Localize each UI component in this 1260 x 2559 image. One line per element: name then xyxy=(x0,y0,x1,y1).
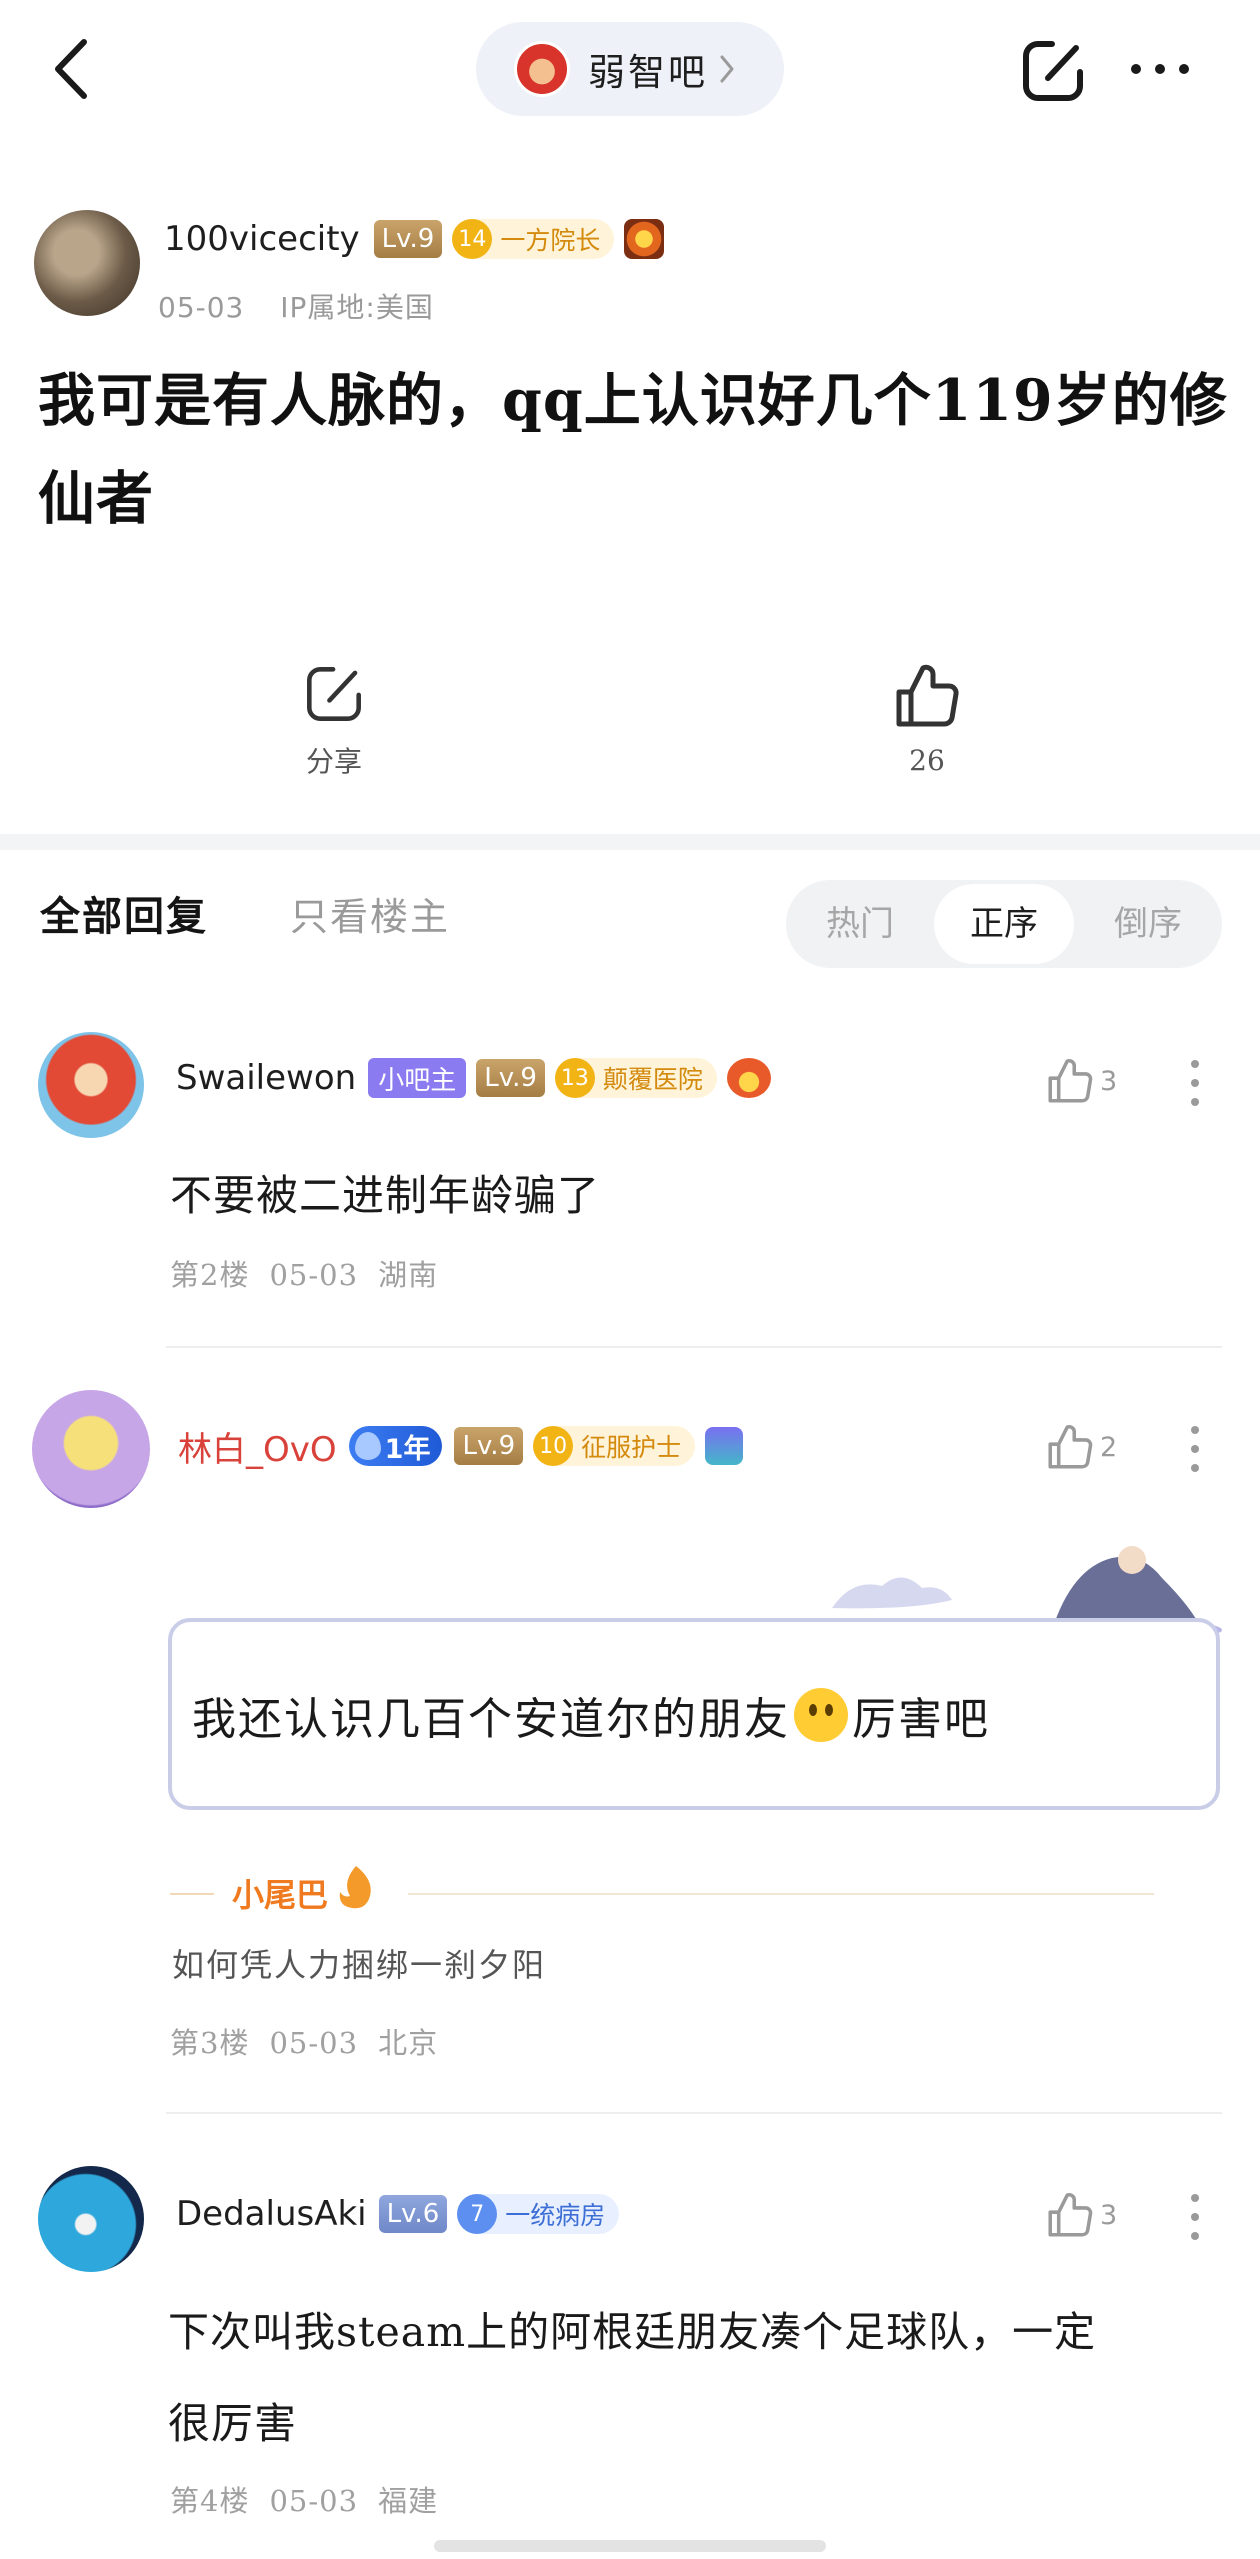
smile-emoji-icon xyxy=(794,1688,848,1742)
reply-text-part: 我还认识几百个安道尔的朋友 xyxy=(192,1694,790,1745)
title-badge-number: 7 xyxy=(457,2194,498,2234)
reply-like-count: 3 xyxy=(1100,1065,1118,1097)
reply-author-name[interactable]: DedalusAki xyxy=(176,2194,367,2234)
section-divider xyxy=(0,834,1260,850)
reply-header: DedalusAki Lv.6 7 一统病房 xyxy=(176,2191,629,2237)
reply-date: 05-03 xyxy=(269,2484,359,2518)
reply-header: 林白_OvO 1年 Lv.9 10 征服护士 xyxy=(178,1422,744,1471)
more-vertical-icon[interactable] xyxy=(1190,1424,1200,1474)
title-badge-number: 10 xyxy=(533,1426,574,1466)
level-badge: Lv.9 xyxy=(373,220,443,258)
reply-location: 湖南 xyxy=(378,1258,439,1292)
share-button[interactable]: 分享 xyxy=(264,662,404,780)
level-badge: Lv.6 xyxy=(378,2195,448,2233)
like-button[interactable]: 26 xyxy=(857,662,997,777)
more-vertical-icon[interactable] xyxy=(1190,1058,1200,1108)
moderator-badge: 小吧主 xyxy=(368,1058,467,1098)
thumbs-up-icon xyxy=(1048,1059,1093,1103)
reply-text-line: 下次叫我steam上的阿根廷朋友凑个足球队，一定 xyxy=(168,2308,1097,2356)
sort-hot[interactable]: 热门 xyxy=(790,880,930,968)
author-avatar[interactable] xyxy=(34,210,140,316)
post-date: 05-03 xyxy=(158,291,245,324)
title-badge-text: 征服护士 xyxy=(581,1433,682,1462)
chevron-left-icon[interactable] xyxy=(46,36,96,102)
reply-text-part: 厉害吧 xyxy=(852,1694,990,1745)
like-count: 26 xyxy=(909,744,945,777)
thumbs-up-icon xyxy=(896,664,959,727)
post-meta: 05-03 IP属地:美国 xyxy=(158,286,460,326)
reply-avatar[interactable] xyxy=(38,2166,144,2272)
reply-like-button[interactable]: 2 xyxy=(1046,1422,1117,1472)
tail-signature: 如何凭人力捆绑一刹夕阳 xyxy=(172,1946,547,1984)
reply-meta: 第2楼 05-03 湖南 xyxy=(170,1252,458,1294)
reply-meta: 第4楼 05-03 福建 xyxy=(170,2478,458,2520)
reply-like-button[interactable]: 3 xyxy=(1046,2190,1117,2240)
tail-divider-left xyxy=(170,1893,214,1895)
reply-divider xyxy=(166,1346,1222,1348)
reply-text-line: 很厉害 xyxy=(168,2399,298,2448)
title-badge: 14 一方院长 xyxy=(452,219,615,259)
forum-entry-button[interactable]: 弱智吧 xyxy=(476,22,784,116)
level-badge: Lv.9 xyxy=(454,1427,524,1465)
tail-divider-right xyxy=(408,1893,1154,1895)
post-title: 我可是有人脉的，qq上认识好几个119岁的修仙者 xyxy=(38,367,1228,532)
reply-divider xyxy=(166,2112,1222,2114)
title-badge-text: 一方院长 xyxy=(500,226,601,255)
forum-avatar xyxy=(514,41,570,97)
title-badge: 13 颠覆医院 xyxy=(554,1058,717,1098)
flame-medal-icon xyxy=(726,1058,771,1098)
thumbs-up-icon xyxy=(1048,1425,1093,1469)
author-name[interactable]: 100vicecity xyxy=(164,219,360,259)
share-label: 分享 xyxy=(305,745,362,778)
sort-segmented-control: 热门 正序 倒序 xyxy=(786,880,1222,968)
share-icon xyxy=(307,667,361,721)
reply-location: 福建 xyxy=(378,2484,439,2518)
reply-like-count: 2 xyxy=(1100,1431,1118,1463)
forum-name: 弱智吧 xyxy=(588,51,708,94)
reply-author-name[interactable]: 林白_OvO xyxy=(178,1422,337,1471)
tab-all-replies[interactable]: 全部回复 xyxy=(40,884,208,942)
reply-avatar[interactable] xyxy=(38,1032,144,1138)
title-badge-text: 颠覆医院 xyxy=(602,1065,703,1094)
flame-icon xyxy=(339,1866,371,1909)
sort-ascending[interactable]: 正序 xyxy=(934,884,1074,964)
author-info: 100vicecity Lv.9 14 一方院长 xyxy=(164,214,665,264)
chevron-right-icon xyxy=(720,55,734,83)
reply-text: 我还认识几百个安道尔的朋友 厉害吧 xyxy=(192,1683,990,1747)
level-badge: Lv.9 xyxy=(476,1059,545,1097)
reply-like-button[interactable]: 3 xyxy=(1046,1056,1117,1106)
reply-meta: 第3楼 05-03 北京 xyxy=(170,2020,458,2062)
tail-label: 小尾巴 xyxy=(232,1876,329,1914)
title-badge-number: 14 xyxy=(452,219,493,259)
more-dots-icon[interactable] xyxy=(1128,54,1192,84)
title-badge: 10 征服护士 xyxy=(533,1426,696,1466)
graduation-cap-icon xyxy=(705,1427,744,1465)
reply-like-count: 3 xyxy=(1100,2199,1118,2231)
membership-year-badge: 1年 xyxy=(348,1426,443,1466)
reply-text: 不要被二进制年龄骗了 xyxy=(170,1171,601,1220)
share-icon[interactable] xyxy=(1018,36,1088,106)
reply-floor: 第2楼 xyxy=(170,1258,250,1292)
reply-floor: 第4楼 xyxy=(170,2484,250,2518)
reply-location: 北京 xyxy=(378,2026,439,2060)
title-badge-text: 一统病房 xyxy=(505,2201,606,2230)
reply-date: 05-03 xyxy=(269,1258,359,1292)
more-vertical-icon[interactable] xyxy=(1190,2192,1200,2242)
medal-icon xyxy=(624,219,665,259)
reply-header: Swailewon 小吧主 Lv.9 13 颠覆医院 xyxy=(176,1055,771,1101)
title-badge: 7 一统病房 xyxy=(457,2194,620,2234)
reply-avatar[interactable] xyxy=(32,1390,150,1508)
home-indicator xyxy=(434,2540,826,2552)
thumbs-up-icon xyxy=(1048,2193,1093,2237)
post-ip: IP属地:美国 xyxy=(280,291,434,324)
reply-date: 05-03 xyxy=(269,2026,359,2060)
title-badge-number: 13 xyxy=(554,1058,595,1098)
reply-author-name[interactable]: Swailewon xyxy=(176,1058,356,1098)
reply-floor: 第3楼 xyxy=(170,2026,250,2060)
top-bar: 弱智吧 xyxy=(0,0,1260,140)
tab-op-only[interactable]: 只看楼主 xyxy=(290,886,450,941)
sort-descending[interactable]: 倒序 xyxy=(1078,880,1218,968)
